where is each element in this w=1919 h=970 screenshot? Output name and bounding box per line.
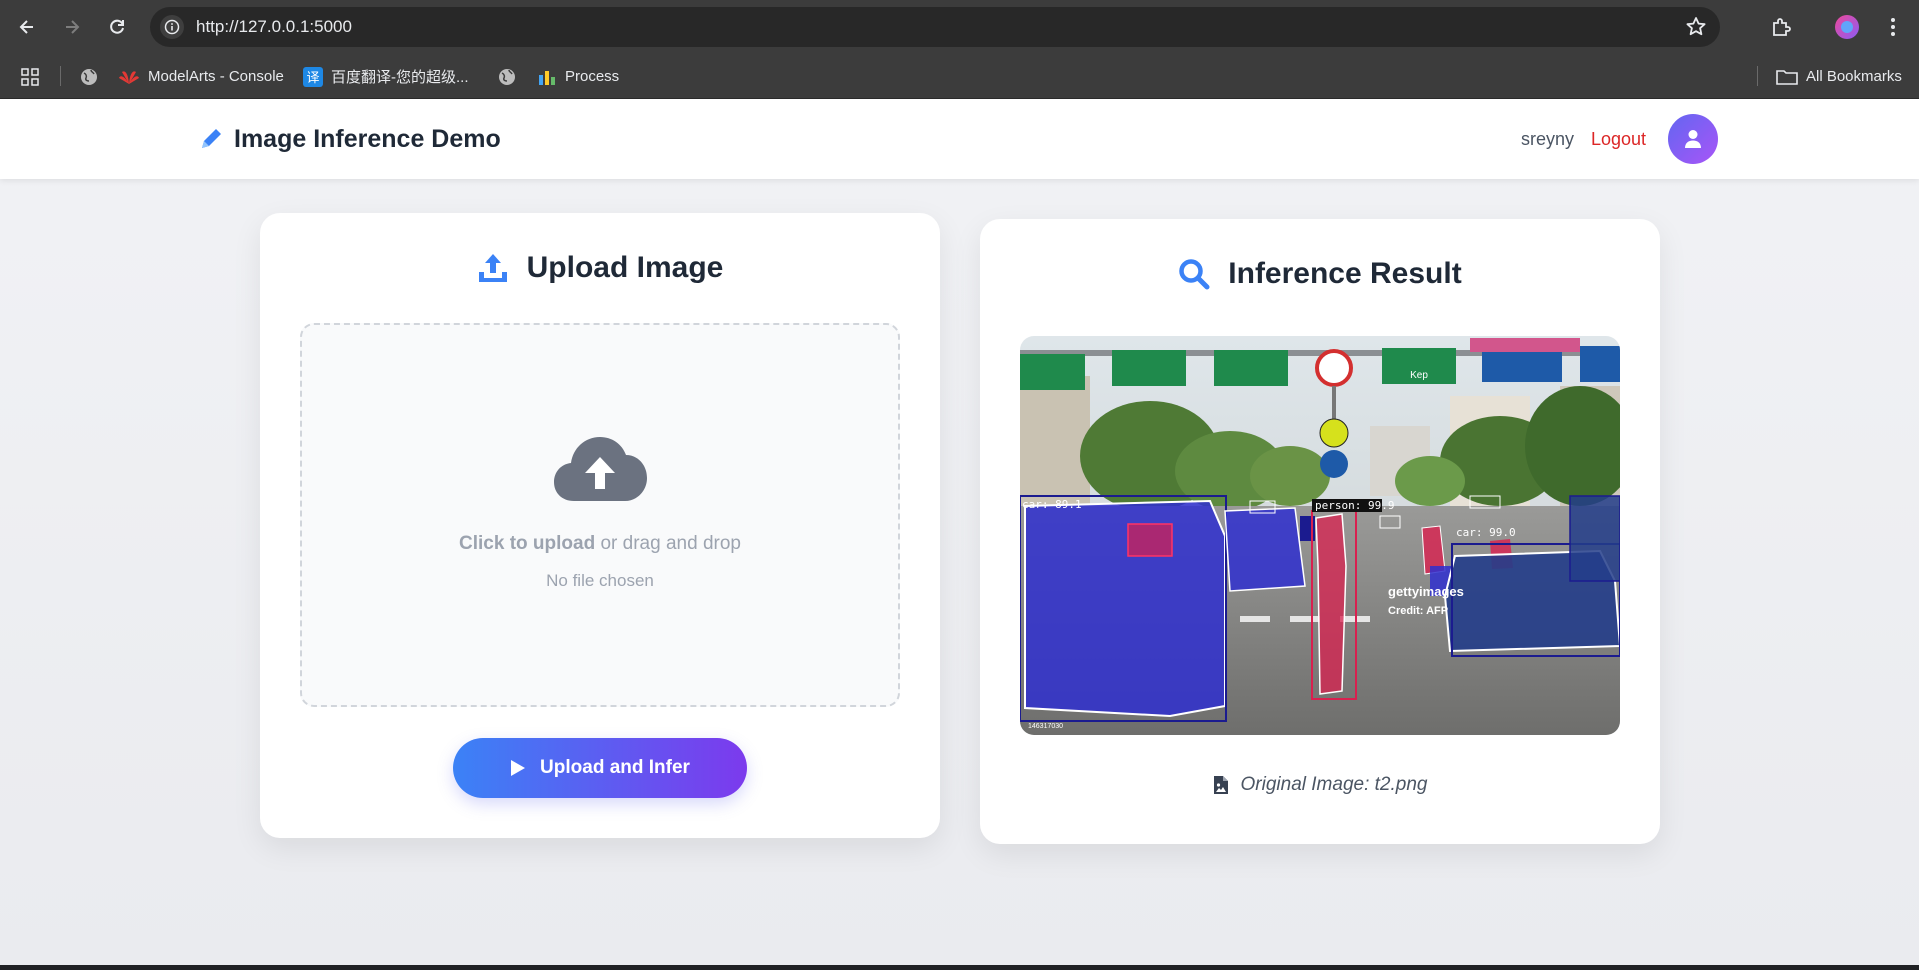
bookmark-baidu-translate[interactable]: 译 百度翻译-您的超级... — [303, 54, 469, 99]
bookmarks-divider — [60, 66, 61, 86]
bookmark-process[interactable]: Process — [537, 54, 619, 99]
window-bottom-edge — [0, 965, 1919, 970]
extensions-icon[interactable] — [1764, 10, 1798, 44]
apps-grid-icon[interactable] — [20, 54, 40, 99]
huawei-icon — [119, 70, 139, 84]
result-title: Inference Result — [1228, 257, 1462, 290]
detection-label-person: person: 99.9 — [1315, 499, 1394, 512]
app-title: Image Inference Demo — [234, 124, 501, 153]
street-scene-image: Kep car: 89.1 person: 99.9 car: 99.0 get… — [1020, 336, 1620, 735]
result-caption: Original Image: t2.png — [980, 774, 1660, 796]
inference-result-image: Kep car: 89.1 person: 99.9 car: 99.0 get… — [1020, 336, 1620, 735]
result-card-header: Inference Result — [980, 257, 1660, 291]
upload-title: Upload Image — [526, 251, 724, 284]
all-bookmarks-button[interactable]: All Bookmarks — [1776, 54, 1902, 99]
pencil-icon — [202, 129, 221, 148]
page-viewport: Image Inference Demo sreyny Logout Uploa… — [0, 99, 1919, 965]
upload-icon — [478, 254, 507, 282]
image-id-text: 146317030 — [1028, 723, 1063, 730]
user-avatar[interactable] — [1668, 114, 1718, 164]
detection-label-car-2: car: 99.0 — [1456, 526, 1516, 539]
original-image-caption: Original Image: t2.png — [1240, 774, 1428, 795]
drag-drop-text: or drag and drop — [595, 533, 741, 554]
bookmark-star-icon[interactable] — [1684, 15, 1708, 44]
bookmarks-divider-right — [1757, 66, 1758, 86]
folder-icon — [1776, 69, 1798, 85]
logout-link[interactable]: Logout — [1591, 99, 1646, 179]
username: sreyny — [1521, 129, 1575, 149]
file-dropzone[interactable]: Click to upload or drag and drop No file… — [300, 323, 900, 707]
forward-button[interactable] — [55, 10, 89, 44]
forward-arrow-icon — [66, 20, 80, 34]
menu-kebab-icon[interactable] — [1876, 10, 1910, 44]
result-card: Inference Result Kep car: 89.1 person: 9… — [980, 219, 1660, 844]
bookmark-modelarts[interactable]: ModelArts - Console — [118, 54, 284, 99]
upload-card: Upload Image Click to upload or drag and… — [260, 213, 940, 838]
address-bar[interactable]: http://127.0.0.1:5000 — [150, 7, 1720, 47]
globe-bookmark-2[interactable] — [497, 54, 517, 99]
upload-card-header: Upload Image — [260, 251, 940, 285]
site-info-icon[interactable] — [160, 15, 184, 39]
bookmarks-bar: ModelArts - Console 译 百度翻译-您的超级... Proce… — [0, 54, 1919, 99]
upload-and-infer-label: Upload and Infer — [540, 757, 690, 778]
sign-kep-text: Kep — [1410, 370, 1428, 381]
user-icon — [1685, 130, 1701, 148]
reload-button[interactable] — [100, 10, 134, 44]
globe-icon — [81, 68, 97, 85]
search-icon — [1179, 259, 1210, 290]
back-arrow-icon — [19, 20, 33, 34]
process-icon — [539, 70, 555, 85]
click-to-upload-text: Click to upload — [459, 533, 596, 554]
file-status: No file chosen — [546, 571, 654, 590]
reload-icon — [110, 19, 124, 34]
watermark-brand: gettyimages — [1388, 584, 1464, 599]
profile-avatar-icon[interactable] — [1830, 10, 1864, 44]
url-text: http://127.0.0.1:5000 — [196, 17, 352, 36]
watermark-credit: Credit: AFP — [1388, 605, 1448, 617]
upload-and-infer-button[interactable]: Upload and Infer — [453, 738, 747, 798]
browser-toolbar: http://127.0.0.1:5000 — [0, 0, 1919, 54]
globe-bookmark[interactable] — [79, 54, 99, 99]
app-header: Image Inference Demo sreyny Logout — [0, 99, 1919, 179]
globe-icon — [499, 68, 515, 85]
dropzone-text: Click to upload or drag and drop — [302, 533, 898, 555]
brand[interactable]: Image Inference Demo — [198, 99, 501, 179]
cloud-upload-icon — [554, 437, 647, 501]
back-button[interactable] — [10, 10, 44, 44]
file-image-icon — [1213, 776, 1228, 794]
play-icon — [511, 760, 526, 776]
translate-icon: 译 — [303, 66, 323, 87]
detection-label-car-1: car: 89.1 — [1022, 498, 1082, 511]
